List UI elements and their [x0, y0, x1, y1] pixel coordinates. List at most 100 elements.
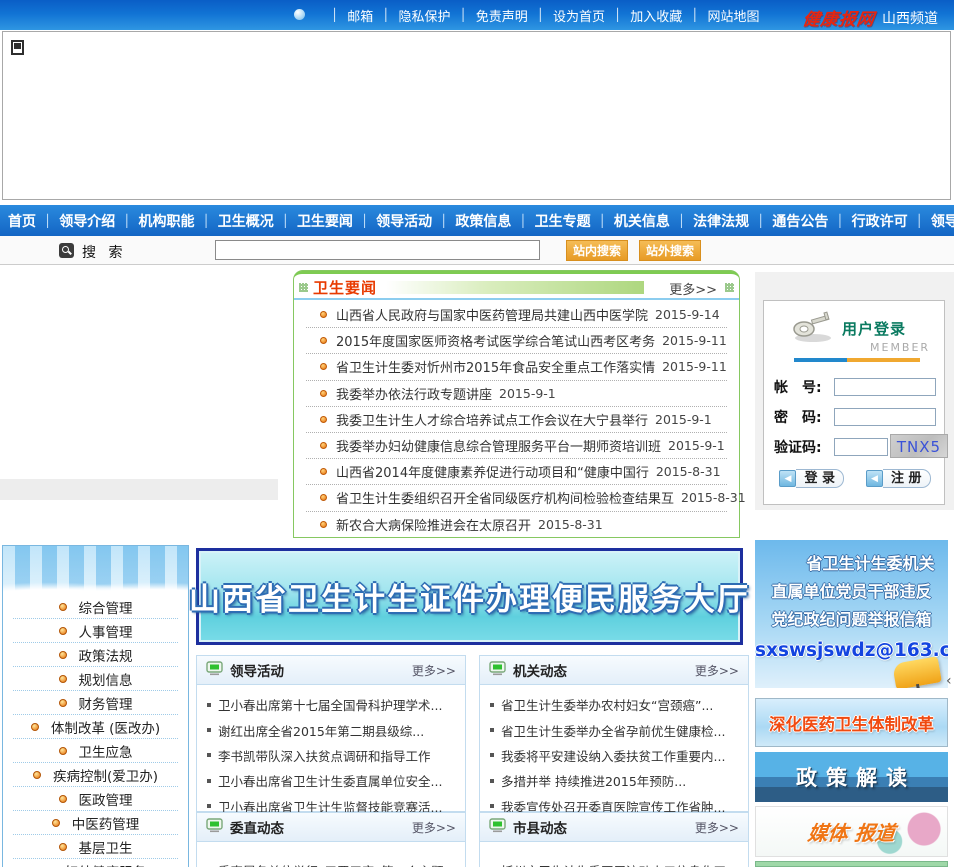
login-button[interactable]: ◀ 登 录 [779, 469, 844, 488]
topbar-link-item: 网站地图 [682, 6, 759, 25]
bullet-icon [30, 722, 39, 731]
section-item-link[interactable]: 忻州市卫生计生委开展流动人口信息化工 [501, 861, 726, 867]
news-link[interactable]: 我委卫生计生人才综合培养试点工作会议在大宁县举行 [336, 410, 648, 429]
section-item-link[interactable]: 多措并举 持续推进2015年预防... [501, 771, 686, 790]
nav-link[interactable]: 领导信箱 [931, 211, 954, 231]
topbar-link[interactable]: 网站地图 [707, 6, 759, 25]
section-more-link[interactable]: 更多>> [695, 662, 739, 679]
nav-link[interactable]: 卫生专题 [535, 211, 591, 231]
section-item-link[interactable]: 卫小春出席省卫生计生委直属单位安全... [218, 771, 442, 790]
news-link[interactable]: 我委举办妇幼健康信息综合管理服务平台一期师资培训班 [336, 436, 661, 455]
section-item-link[interactable]: 省卫生计生委举办农村妇女“宫颈癌”... [501, 695, 713, 714]
sidebar-item[interactable]: 规划信息 [13, 667, 178, 691]
section-more-link[interactable]: 更多>> [695, 819, 739, 836]
sidebar-item[interactable]: 中医药管理 [13, 811, 178, 835]
topbar-link[interactable]: 隐私保护 [398, 6, 450, 25]
nav-item: 卫生要闻 [274, 211, 353, 231]
section-item-link[interactable]: 委直属各单位举行“三严三实”第二个主题 [218, 861, 443, 867]
sidebar-item[interactable]: 妇幼健康服务 [13, 859, 178, 867]
news-link[interactable]: 省卫生计生委对忻州市2015年食品安全重点工作落实情 [336, 357, 655, 376]
section-item-link[interactable]: 省卫生计生委举办全省孕前优生健康检... [501, 721, 725, 740]
sidebar-item-label[interactable]: 基层卫生 [79, 837, 133, 857]
nav-link[interactable]: 通告公告 [772, 211, 828, 231]
nav-link[interactable]: 机关信息 [614, 211, 670, 231]
captcha-field[interactable] [834, 438, 888, 456]
policy-banner[interactable]: 政策解读 [755, 752, 948, 802]
sidebar-item-label[interactable]: 综合管理 [79, 597, 133, 617]
bullet-icon [320, 442, 327, 450]
news-link[interactable]: 省卫生计生委组织召开全省同级医疗机构间检验检查结果互 [336, 488, 674, 507]
nav-link[interactable]: 行政许可 [852, 211, 908, 231]
sidebar-item-label[interactable]: 财务管理 [79, 693, 133, 713]
nav-item: 首页 [8, 211, 36, 231]
account-field[interactable] [834, 378, 936, 396]
sidebar-item[interactable]: 政策法规 [13, 643, 178, 667]
search-button[interactable]: 站内搜索 [566, 240, 628, 261]
sidebar-item[interactable]: 综合管理 [13, 595, 178, 619]
sidebar-item-label[interactable]: 中医药管理 [72, 813, 140, 833]
news-item: 新农合大病保险推进会在太原召开 2015-8-31 [306, 512, 727, 538]
search-input[interactable] [215, 240, 540, 260]
health-news-box: 卫生要闻 更多>> 山西省人民政府与国家中医药管理局共建山西中医学院 2015-… [293, 270, 746, 538]
topbar-link[interactable]: 加入收藏 [630, 6, 682, 25]
section-item-link[interactable]: 我委将平安建设纳入委扶贫工作重要内... [501, 746, 725, 765]
news-item: 2015年度国家医师资格考试医学综合笔试山西考区考务 2015-9-11 [306, 328, 727, 355]
nav-link[interactable]: 机构职能 [138, 211, 194, 231]
nav-link[interactable]: 卫生要闻 [297, 211, 353, 231]
section-header: 机关动态 更多>> [480, 656, 748, 685]
sidebar-item-label[interactable]: 政策法规 [79, 645, 133, 665]
sidebar-item[interactable]: 疾病控制(爱卫办) [13, 763, 178, 787]
nav-link[interactable]: 政策信息 [455, 211, 511, 231]
nav-link[interactable]: 首页 [8, 211, 36, 231]
sidebar-item-label[interactable]: 妇幼健康服务 [65, 861, 146, 867]
health-news-more-link[interactable]: 更多>> [669, 279, 717, 298]
sidebar-item-label[interactable]: 体制改革 (医改办) [51, 717, 160, 737]
report-mailbox-banner[interactable]: 省卫生计生委机关 直属单位党员干部违反 党纪政纪问题举报信箱 sxswsjswd… [755, 540, 948, 688]
sidebar-item-label[interactable]: 人事管理 [79, 621, 133, 641]
section-item-link[interactable]: 李书凯带队深入扶贫点调研和指导工作 [218, 746, 431, 765]
certificate-service-banner[interactable]: 山西省卫生计生证件办理便民服务大厅 [189, 548, 748, 645]
placeholder-strip [0, 479, 278, 500]
sidebar-item[interactable]: 基层卫生 [13, 835, 178, 859]
media-banner[interactable]: 媒体 报道 [755, 806, 948, 857]
news-link[interactable]: 我委举办依法行政专题讲座 [336, 384, 492, 403]
sidebar-item[interactable]: 体制改革 (医改办) [13, 715, 178, 739]
section-item: 卫小春出席第十七届全国骨科护理学术... [207, 692, 455, 717]
section-more-link[interactable]: 更多>> [412, 662, 456, 679]
news-link[interactable]: 新农合大病保险推进会在太原召开 [336, 515, 531, 534]
sidebar-item[interactable]: 财务管理 [13, 691, 178, 715]
sidebar-item-label[interactable]: 医政管理 [79, 789, 133, 809]
topbar-link[interactable]: 设为首页 [553, 6, 605, 25]
sidebar-item[interactable]: 医政管理 [13, 787, 178, 811]
topbar-link[interactable]: 免责声明 [476, 6, 528, 25]
topbar-link-item: 隐私保护 [373, 6, 450, 25]
topbar-link[interactable]: 邮箱 [347, 6, 373, 25]
news-link[interactable]: 2015年度国家医师资格考试医学综合笔试山西考区考务 [336, 331, 655, 350]
section-item-link[interactable]: 卫小春出席第十七届全国骨科护理学术... [218, 695, 442, 714]
search-button[interactable]: 站外搜索 [639, 240, 701, 261]
chevron-left-icon[interactable]: ‹ [946, 673, 952, 689]
sidebar-item[interactable]: 卫生应急 [13, 739, 178, 763]
reform-banner[interactable]: 深化医药卫生体制改革 [755, 698, 948, 747]
sidebar-item-label[interactable]: 规划信息 [79, 669, 133, 689]
nav-link[interactable]: 卫生概况 [218, 211, 274, 231]
sidebar-item[interactable]: 人事管理 [13, 619, 178, 643]
news-link[interactable]: 山西省人民政府与国家中医药管理局共建山西中医学院 [336, 305, 648, 324]
bullet-icon [320, 337, 327, 345]
sidebar-item-label[interactable]: 疾病控制(爱卫办) [53, 765, 158, 785]
nav-link[interactable]: 领导活动 [376, 211, 432, 231]
register-button[interactable]: ◀ 注 册 [866, 469, 931, 488]
captcha-image[interactable]: TNX5 [890, 434, 948, 458]
sidebar-item-label[interactable]: 卫生应急 [79, 741, 133, 761]
nav-link[interactable]: 领导介绍 [59, 211, 115, 231]
news-link[interactable]: 山西省2014年度健康素养促进行动项目和“健康中国行 [336, 462, 649, 481]
bullet-icon [320, 415, 327, 423]
account-row: 帐 号: [774, 377, 936, 397]
news-date: 2015-9-1 [668, 438, 725, 454]
news-item: 省卫生计生委组织召开全省同级医疗机构间检验检查结果互 2015-8-31 [306, 485, 746, 512]
section-more-link[interactable]: 更多>> [412, 819, 456, 836]
section-list: 委直属各单位举行“三严三实”第二个主题 [197, 842, 465, 867]
password-field[interactable] [834, 408, 936, 426]
nav-link[interactable]: 法律法规 [693, 211, 749, 231]
section-item-link[interactable]: 谢红出席全省2015年第二期县级综... [218, 721, 424, 740]
